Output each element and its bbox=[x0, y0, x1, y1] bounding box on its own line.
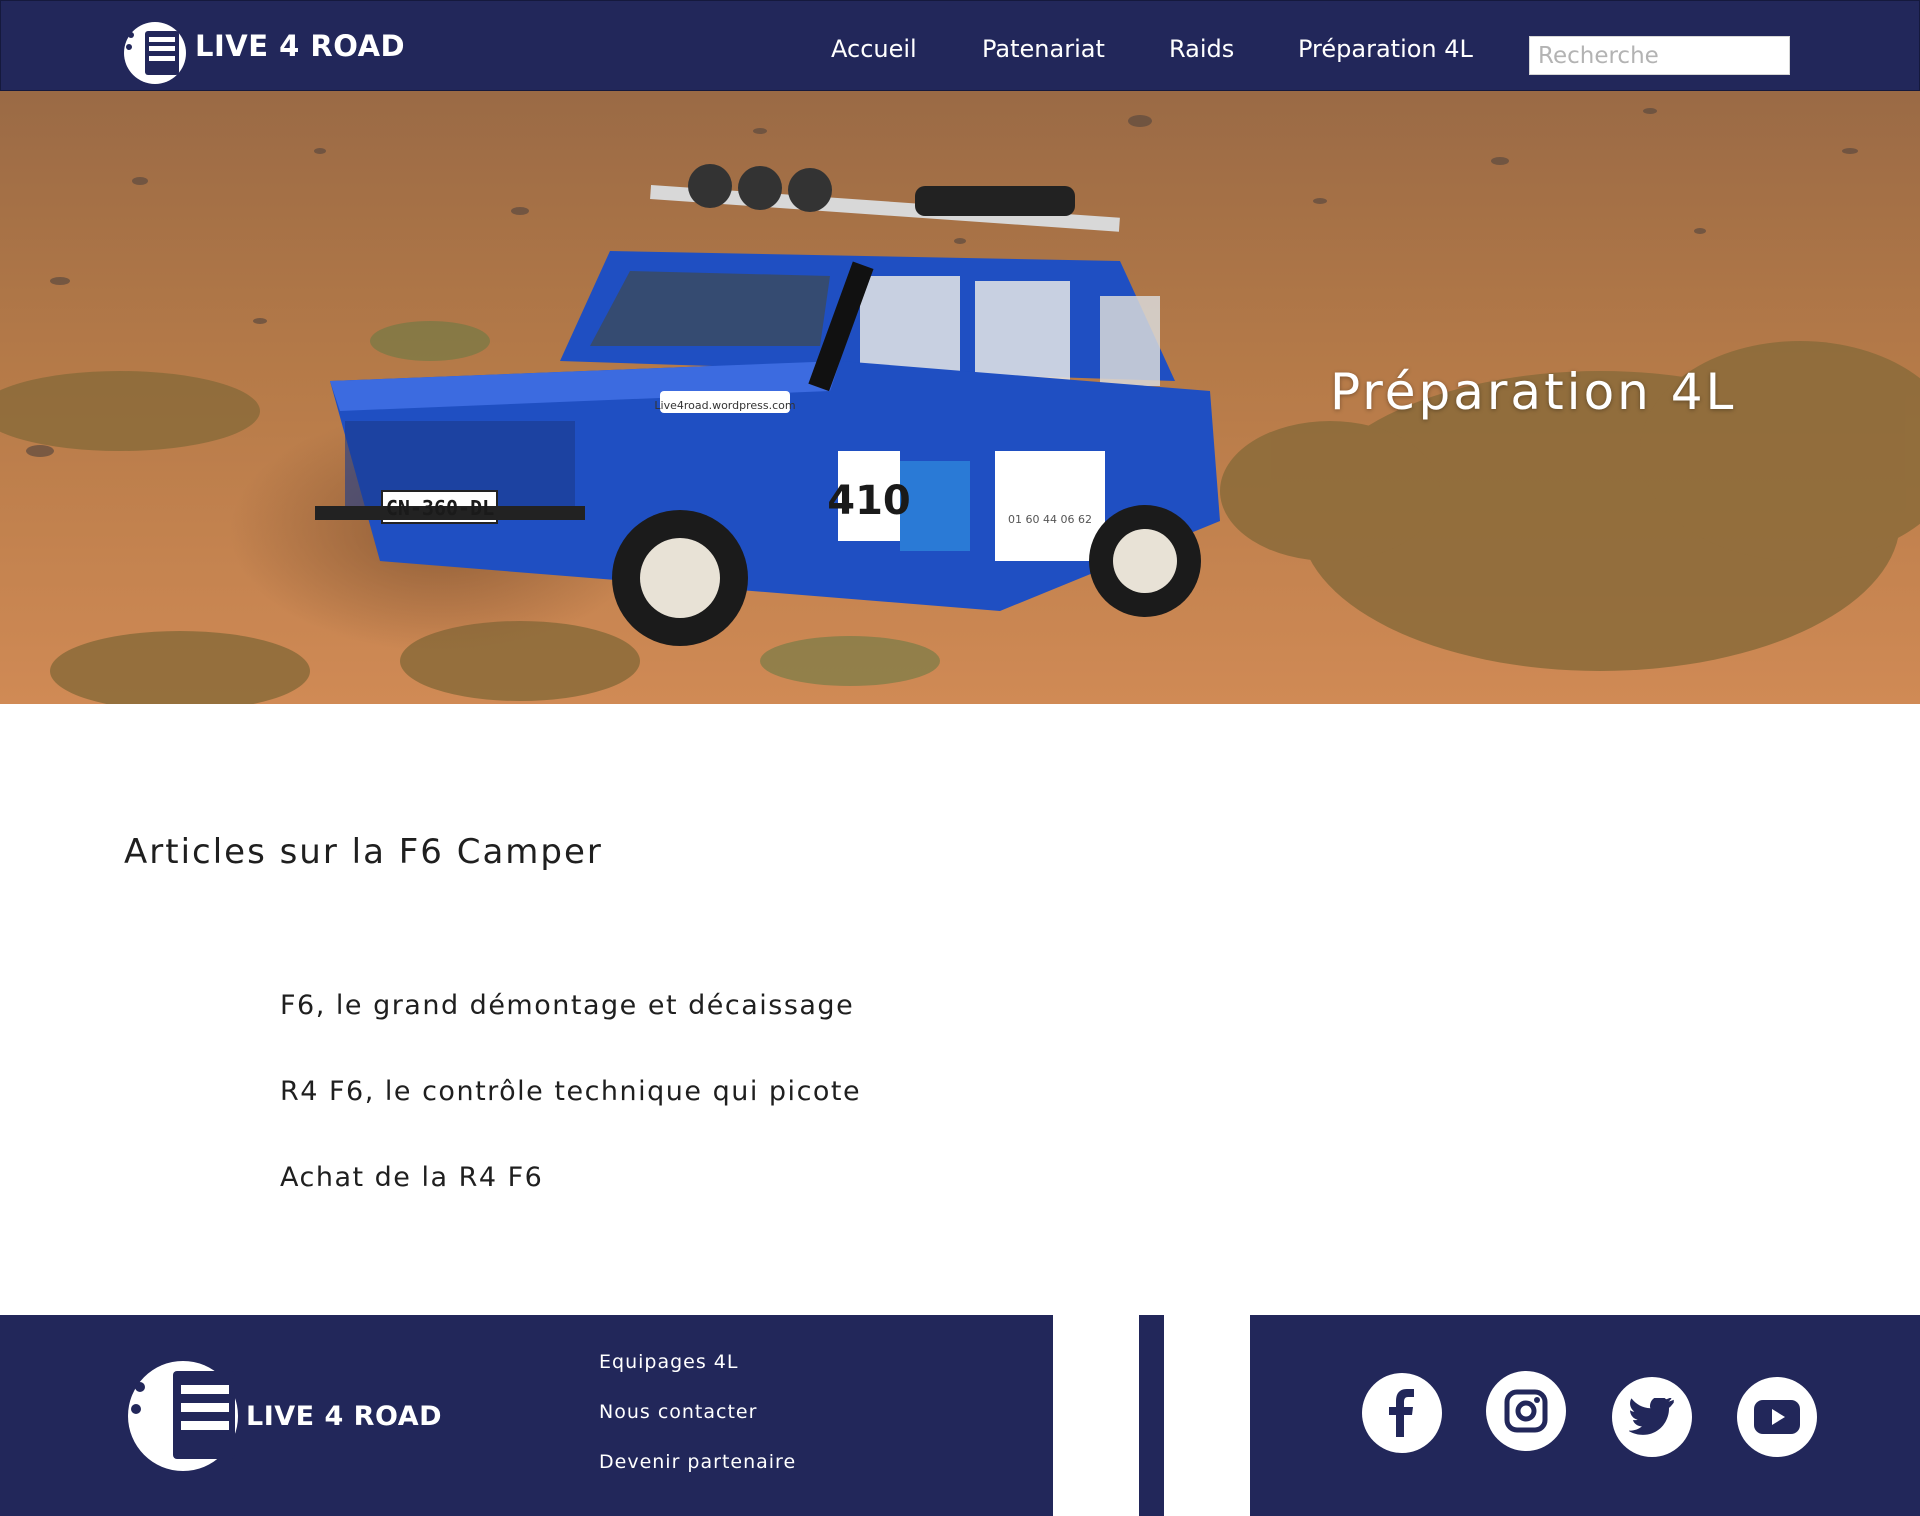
footer-divider bbox=[1139, 1315, 1164, 1516]
nav-raids[interactable]: Raids bbox=[1169, 35, 1234, 63]
site-header: LIVE 4 ROAD Accueil Patenariat Raids Pré… bbox=[0, 0, 1920, 91]
nav-patenariat[interactable]: Patenariat bbox=[982, 35, 1105, 63]
footer-left: LIVE 4 ROAD Equipages 4L Nous contacter … bbox=[0, 1315, 1053, 1516]
nav-preparation-4l[interactable]: Préparation 4L bbox=[1298, 35, 1473, 63]
car-sponsor-phone: 01 60 44 06 62 bbox=[1008, 513, 1092, 526]
footer-link-equipages[interactable]: Equipages 4L bbox=[599, 1351, 738, 1373]
license-plate: CN-360-DL bbox=[386, 496, 494, 520]
article-link[interactable]: R4 F6, le contrôle technique qui picote bbox=[280, 1076, 861, 1107]
facebook-icon[interactable] bbox=[1362, 1373, 1442, 1453]
search-input[interactable] bbox=[1529, 36, 1790, 75]
section-title: Articles sur la F6 Camper bbox=[124, 832, 603, 872]
footer-brand[interactable]: LIVE 4 ROAD bbox=[128, 1353, 442, 1479]
article-link[interactable]: Achat de la R4 F6 bbox=[280, 1162, 543, 1193]
footer-social bbox=[1250, 1315, 1920, 1516]
nav-accueil[interactable]: Accueil bbox=[831, 35, 917, 63]
logo-icon bbox=[128, 1361, 238, 1471]
race-number: 410 bbox=[827, 478, 911, 524]
hero-banner: CN-360-DL 410 Live4road.wordpress.com 01… bbox=[0, 91, 1920, 704]
hero-title: Préparation 4L bbox=[1330, 363, 1737, 421]
youtube-icon[interactable] bbox=[1737, 1377, 1817, 1457]
footer-link-contact[interactable]: Nous contacter bbox=[599, 1401, 757, 1423]
car-side-text: Live4road.wordpress.com bbox=[654, 399, 795, 412]
twitter-icon[interactable] bbox=[1612, 1377, 1692, 1457]
footer-link-partenaire[interactable]: Devenir partenaire bbox=[599, 1451, 796, 1473]
instagram-icon[interactable] bbox=[1486, 1371, 1566, 1451]
footer-brand-name: LIVE 4 ROAD bbox=[246, 1400, 443, 1432]
article-link[interactable]: F6, le grand démontage et décaissage bbox=[280, 990, 854, 1021]
